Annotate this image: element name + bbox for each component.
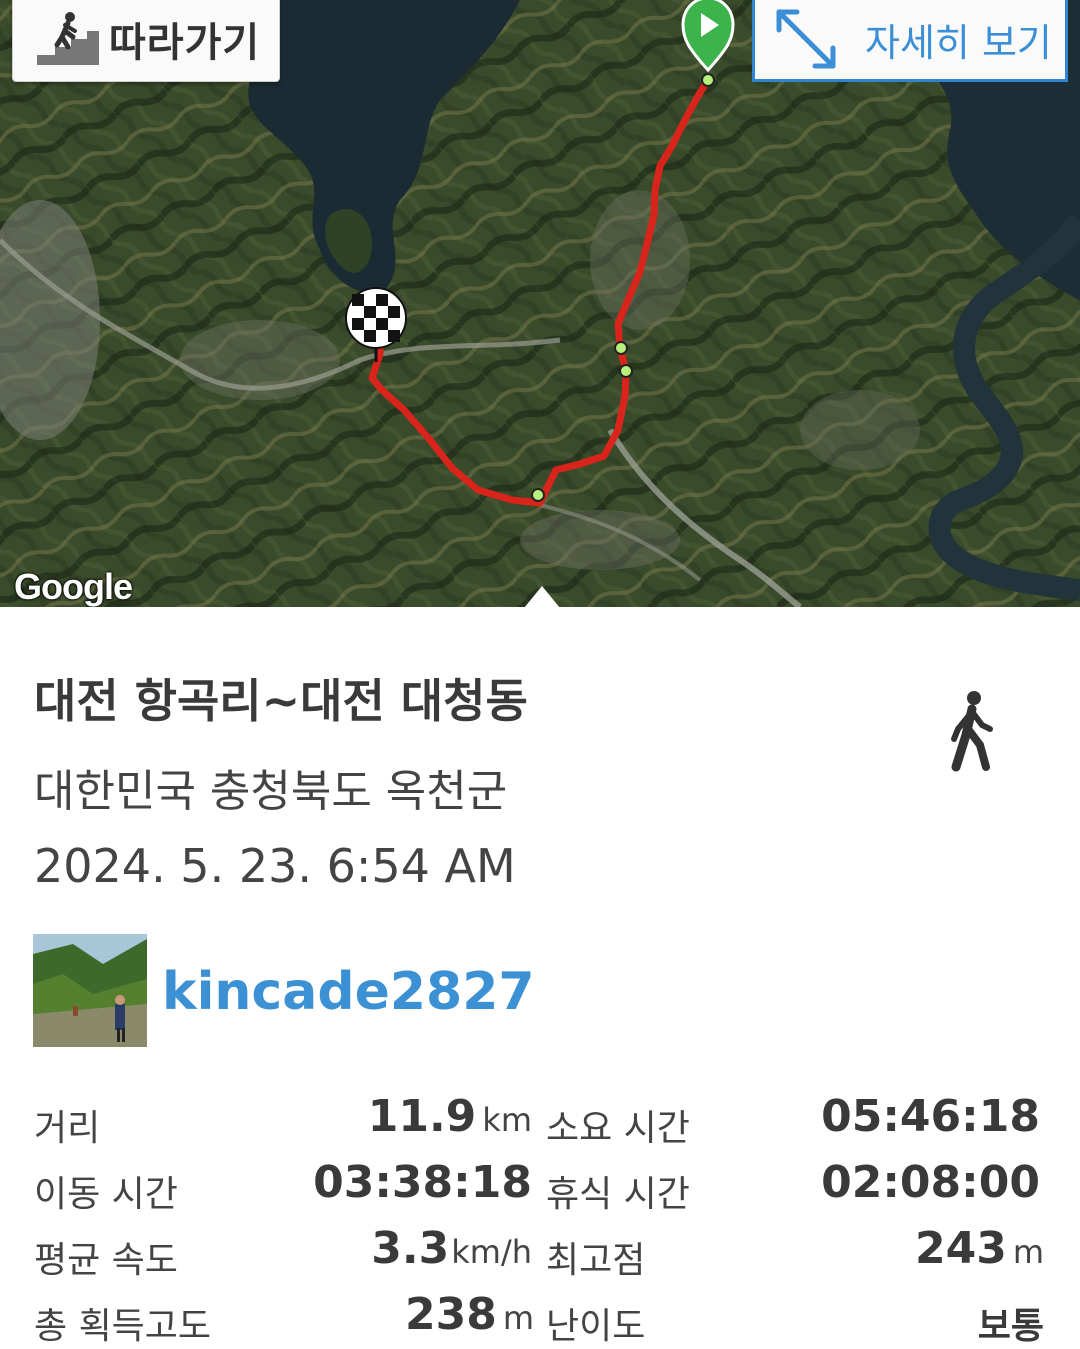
stats-row-3: 평균 속도 3.3km/h 최고점 243 m (0, 1219, 1080, 1283)
follow-button[interactable]: 따라가기 (12, 0, 280, 82)
username-link[interactable]: kincade2827 (162, 962, 535, 1022)
waypoint-dot (619, 364, 633, 378)
view-details-button[interactable]: 자세히 보기 (752, 0, 1068, 82)
follow-label: 따라가기 (109, 20, 261, 66)
stats-row-1: 거리 11.9 km 소요 시간 05:46:18 (0, 1087, 1080, 1151)
walking-person-icon (951, 691, 993, 772)
max-elevation-value: 243 m (914, 1223, 1044, 1274)
satellite-terrain (0, 0, 1080, 607)
avg-speed-label: 평균 속도 (34, 1240, 178, 1281)
total-ascent-unit: m (502, 1299, 534, 1337)
waypoint-dot (531, 488, 545, 502)
moving-time-value: 03:38:18 (313, 1157, 532, 1208)
max-elevation-unit: m (1012, 1233, 1044, 1271)
route-map[interactable]: 따라가기 자세히 보기 Google (0, 0, 1080, 607)
distance-label: 거리 (34, 1108, 101, 1149)
total-time-label: 소요 시간 (546, 1108, 690, 1149)
total-time-value: 05:46:18 (821, 1091, 1040, 1142)
rest-time-value: 02:08:00 (821, 1157, 1040, 1208)
view-details-label: 자세히 보기 (865, 20, 1052, 65)
track-region: 대한민국 충청북도 옥천군 (34, 766, 508, 817)
stats-row-4: 총 획득고도 238 m 난이도 보통 (0, 1285, 1080, 1349)
track-title: 대전 항곡리~대전 대청동 (34, 674, 528, 728)
avatar[interactable] (33, 934, 147, 1047)
total-ascent-label: 총 획득고도 (34, 1306, 212, 1347)
waypoint-dot (701, 73, 715, 87)
track-datetime: 2024. 5. 23. 6:54 AM (34, 839, 516, 893)
max-elevation-label: 최고점 (546, 1240, 646, 1281)
rest-time-label: 휴식 시간 (546, 1174, 690, 1215)
distance-value: 11.9 km (367, 1091, 532, 1142)
stats-row-2: 이동 시간 03:38:18 휴식 시간 02:08:00 (0, 1153, 1080, 1217)
total-ascent-value: 238 m (404, 1289, 534, 1340)
avg-speed-unit: km/h (451, 1233, 532, 1271)
avg-speed-value: 3.3km/h (371, 1223, 532, 1274)
expand-arrows-icon (776, 9, 836, 69)
difficulty-label: 난이도 (546, 1306, 646, 1347)
walker-stairs-icon (37, 12, 99, 65)
waypoint-dot (614, 341, 628, 355)
moving-time-label: 이동 시간 (34, 1174, 178, 1215)
google-logo: Google (14, 566, 133, 607)
distance-unit: km (482, 1101, 532, 1139)
panel-pointer (524, 586, 560, 607)
difficulty-value: 보통 (977, 1306, 1044, 1347)
